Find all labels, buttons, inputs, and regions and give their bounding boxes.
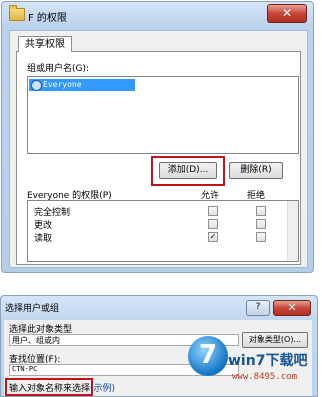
remove-button[interactable]: 删除(R) xyxy=(229,162,283,179)
object-type-value: 用户、组或内 xyxy=(12,336,60,345)
tab-pane: 组或用户名(G): Everyone 添加(D)... 删除(R) Everyo… xyxy=(16,51,301,265)
watermark-logo: 7 xyxy=(188,336,228,376)
full-control-deny-checkbox[interactable] xyxy=(256,206,266,216)
read-allow-checkbox[interactable]: ✓ xyxy=(208,232,218,242)
dialog-title: F 的权限 xyxy=(28,13,67,24)
read-deny-checkbox[interactable] xyxy=(256,232,266,242)
permission-change: 更改 xyxy=(34,221,53,231)
change-deny-checkbox[interactable] xyxy=(256,219,266,229)
input-label: 输入对象名称来选择(示例) xyxy=(9,381,115,394)
watermark-url: www.8495.com xyxy=(232,372,298,382)
close-button[interactable]: ✕ xyxy=(273,300,311,316)
permissions-table: 完全控制 更改 读取 ✓ xyxy=(27,200,299,262)
close-button[interactable]: ✕ xyxy=(267,4,307,23)
select-dialog-title: 选择用户或组 xyxy=(5,304,60,314)
user-group-icon xyxy=(31,80,42,91)
permissions-scrollbar[interactable] xyxy=(287,201,298,261)
permission-read: 读取 xyxy=(34,234,53,244)
folder-icon xyxy=(9,5,25,21)
title-bar: F 的权限 ✕ xyxy=(2,2,313,28)
input-label-text: 输入对象名称来选择 xyxy=(9,384,91,394)
examples-link[interactable]: (示例) xyxy=(90,384,115,394)
add-button[interactable]: 添加(D)... xyxy=(159,162,217,179)
help-button[interactable]: ? xyxy=(246,300,270,316)
user-name: Everyone xyxy=(43,80,82,89)
user-list[interactable]: Everyone xyxy=(27,76,299,154)
permissions-dialog: F 的权限 ✕ 共享权限 组或用户名(G): Everyone 添加(D)...… xyxy=(1,1,314,273)
permission-full-control: 完全控制 xyxy=(34,208,71,218)
dialog-content: 共享权限 组或用户名(G): Everyone 添加(D)... 删除(R) E… xyxy=(9,30,308,268)
watermark-brand: win7下载吧 xyxy=(228,353,308,369)
location-value: CTN-PC xyxy=(12,365,38,373)
object-type-button[interactable]: 对象类型(O)... xyxy=(242,332,308,348)
full-control-allow-checkbox[interactable] xyxy=(208,206,218,216)
change-allow-checkbox[interactable] xyxy=(208,219,218,229)
tab-share-permissions[interactable]: 共享权限 xyxy=(18,36,72,52)
list-item[interactable]: Everyone xyxy=(29,79,135,91)
group-label: 组或用户名(G): xyxy=(27,64,90,74)
